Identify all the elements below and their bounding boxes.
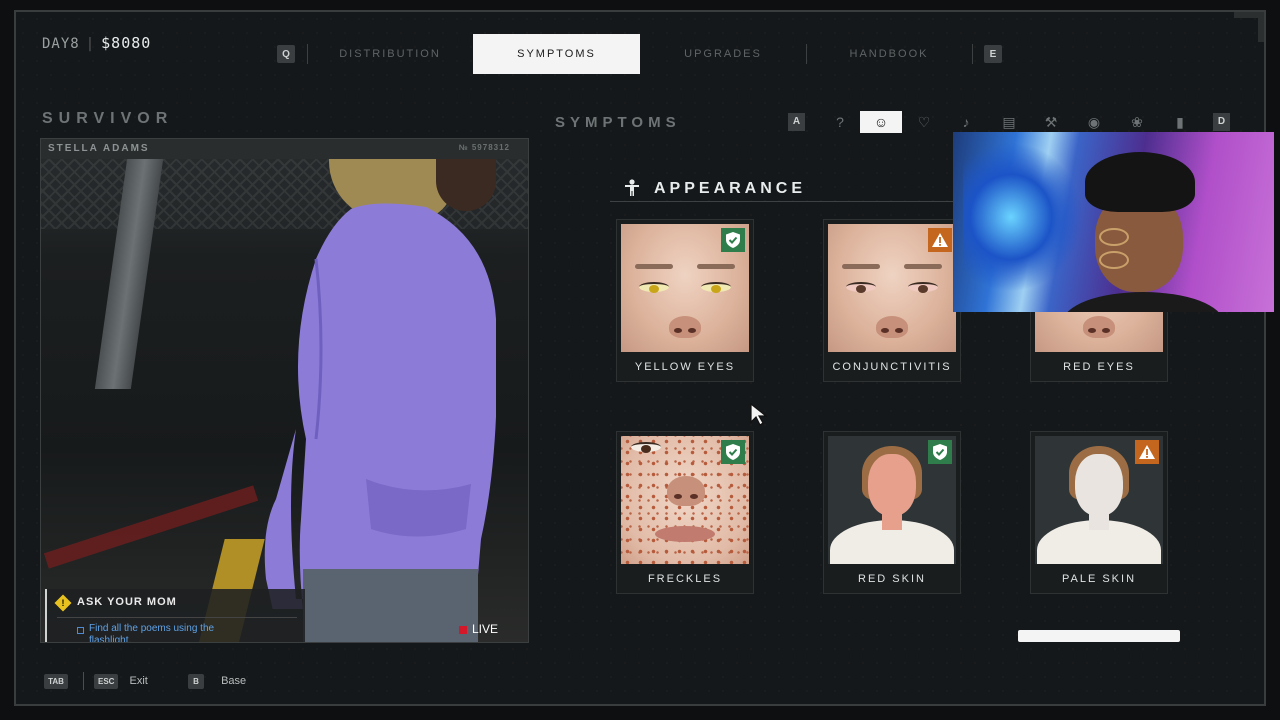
speaker-icon[interactable]: ♪ (953, 112, 979, 132)
tab-distribution[interactable]: DISTRIBUTION (307, 34, 473, 74)
symptom-label: PALE SKIN (1061, 573, 1137, 585)
esc-key[interactable]: ESC (94, 674, 119, 689)
symptom-card-freckles[interactable]: FRECKLES (616, 431, 754, 594)
symptom-label: RED EYES (1063, 361, 1135, 373)
prev-category-key[interactable]: A (788, 113, 805, 131)
verified-badge (721, 440, 745, 464)
top-bar: DAY8 | $8080 Q DISTRIBUTION SYMPTOMS UPGRA… (0, 0, 1280, 80)
symptom-card-yellow-eyes[interactable]: YELLOW EYES (616, 219, 754, 382)
verified-badge (928, 440, 952, 464)
warning-badge (1135, 440, 1159, 464)
money-counter: $8080 (101, 34, 152, 52)
next-tab-key[interactable]: E (984, 45, 1002, 63)
survivor-camera-view: ! ASK YOUR MOM Find all the poems using … (41, 159, 528, 643)
warning-triangle-icon (932, 233, 948, 247)
bottle-icon[interactable]: ▮ (1167, 112, 1193, 132)
person-icon (625, 179, 639, 196)
appearance-group-title: APPEARANCE (654, 180, 807, 197)
symptom-label: YELLOW EYES (634, 361, 736, 373)
tab-key[interactable]: TAB (44, 674, 68, 689)
tab-symptoms[interactable]: SYMPTOMS (473, 34, 640, 74)
live-indicator: LIVE (459, 622, 498, 636)
base-key[interactable]: B (188, 674, 204, 689)
tab-handbook[interactable]: HANDBOOK (806, 34, 972, 74)
exit-label[interactable]: Exit (130, 675, 148, 687)
symptom-card-conjunctivitis[interactable]: CONJUNCTIVITIS (823, 219, 961, 382)
survivor-hoodie (264, 203, 496, 609)
survivor-header: STELLA ADAMS № 5978312 (41, 139, 528, 159)
day-money-readout: DAY8 | $8080 (42, 34, 152, 52)
shield-check-icon (933, 444, 947, 460)
next-category-key[interactable]: D (1213, 113, 1230, 131)
shield-check-icon (726, 444, 740, 460)
warning-icon: ! (54, 594, 72, 612)
symptom-label: CONJUNCTIVITIS (832, 361, 952, 373)
day-counter: DAY8 (42, 36, 80, 52)
quest-title: ASK YOUR MOM (77, 596, 177, 608)
symptom-image (828, 436, 956, 564)
survivor-section-title: SURVIVOR (42, 110, 174, 127)
streamer-webcam (953, 132, 1274, 312)
symptom-image (828, 224, 956, 352)
prev-tab-key[interactable]: Q (277, 45, 295, 63)
symptom-card-pale-skin[interactable]: PALE SKIN (1030, 431, 1168, 594)
survivor-panel: STELLA ADAMS № 5978312 ! ASK YOUR MOM Fi… (40, 138, 529, 643)
shield-check-icon (726, 232, 740, 248)
survivor-name: STELLA ADAMS (48, 143, 150, 154)
objective-checkbox (77, 627, 84, 634)
tab-upgrades[interactable]: UPGRADES (640, 34, 806, 74)
symptom-image (1035, 436, 1163, 564)
mouse-cursor-icon (750, 403, 768, 426)
heart-icon[interactable]: ♡ (911, 112, 937, 132)
warning-badge (928, 228, 952, 252)
verified-badge (721, 228, 745, 252)
record-icon (459, 625, 467, 634)
tools-icon[interactable]: ⚒ (1038, 112, 1064, 132)
quest-objective: Find all the poems using the flashlight. (89, 623, 215, 643)
symptoms-section-title: SYMPTOMS (555, 114, 681, 131)
symptom-label: FRECKLES (647, 573, 723, 585)
stomach-icon[interactable]: ▤ (996, 112, 1022, 132)
quest-panel: ! ASK YOUR MOM Find all the poems using … (45, 589, 305, 643)
symptom-image (621, 436, 749, 564)
warning-triangle-icon (1139, 445, 1155, 459)
question-icon[interactable]: ? (827, 112, 853, 132)
body-appearance-icon[interactable]: ☺ (860, 111, 902, 133)
symptom-image (621, 224, 749, 352)
eye-icon[interactable]: ◉ (1081, 112, 1107, 132)
base-label[interactable]: Base (221, 675, 246, 687)
symptom-card-red-skin[interactable]: RED SKIN (823, 431, 961, 594)
next-row-card-peek[interactable] (1018, 630, 1180, 642)
symptom-label: RED SKIN (858, 573, 926, 585)
survivor-id: № 5978312 (458, 143, 510, 152)
brain-icon[interactable]: ❀ (1124, 112, 1150, 132)
